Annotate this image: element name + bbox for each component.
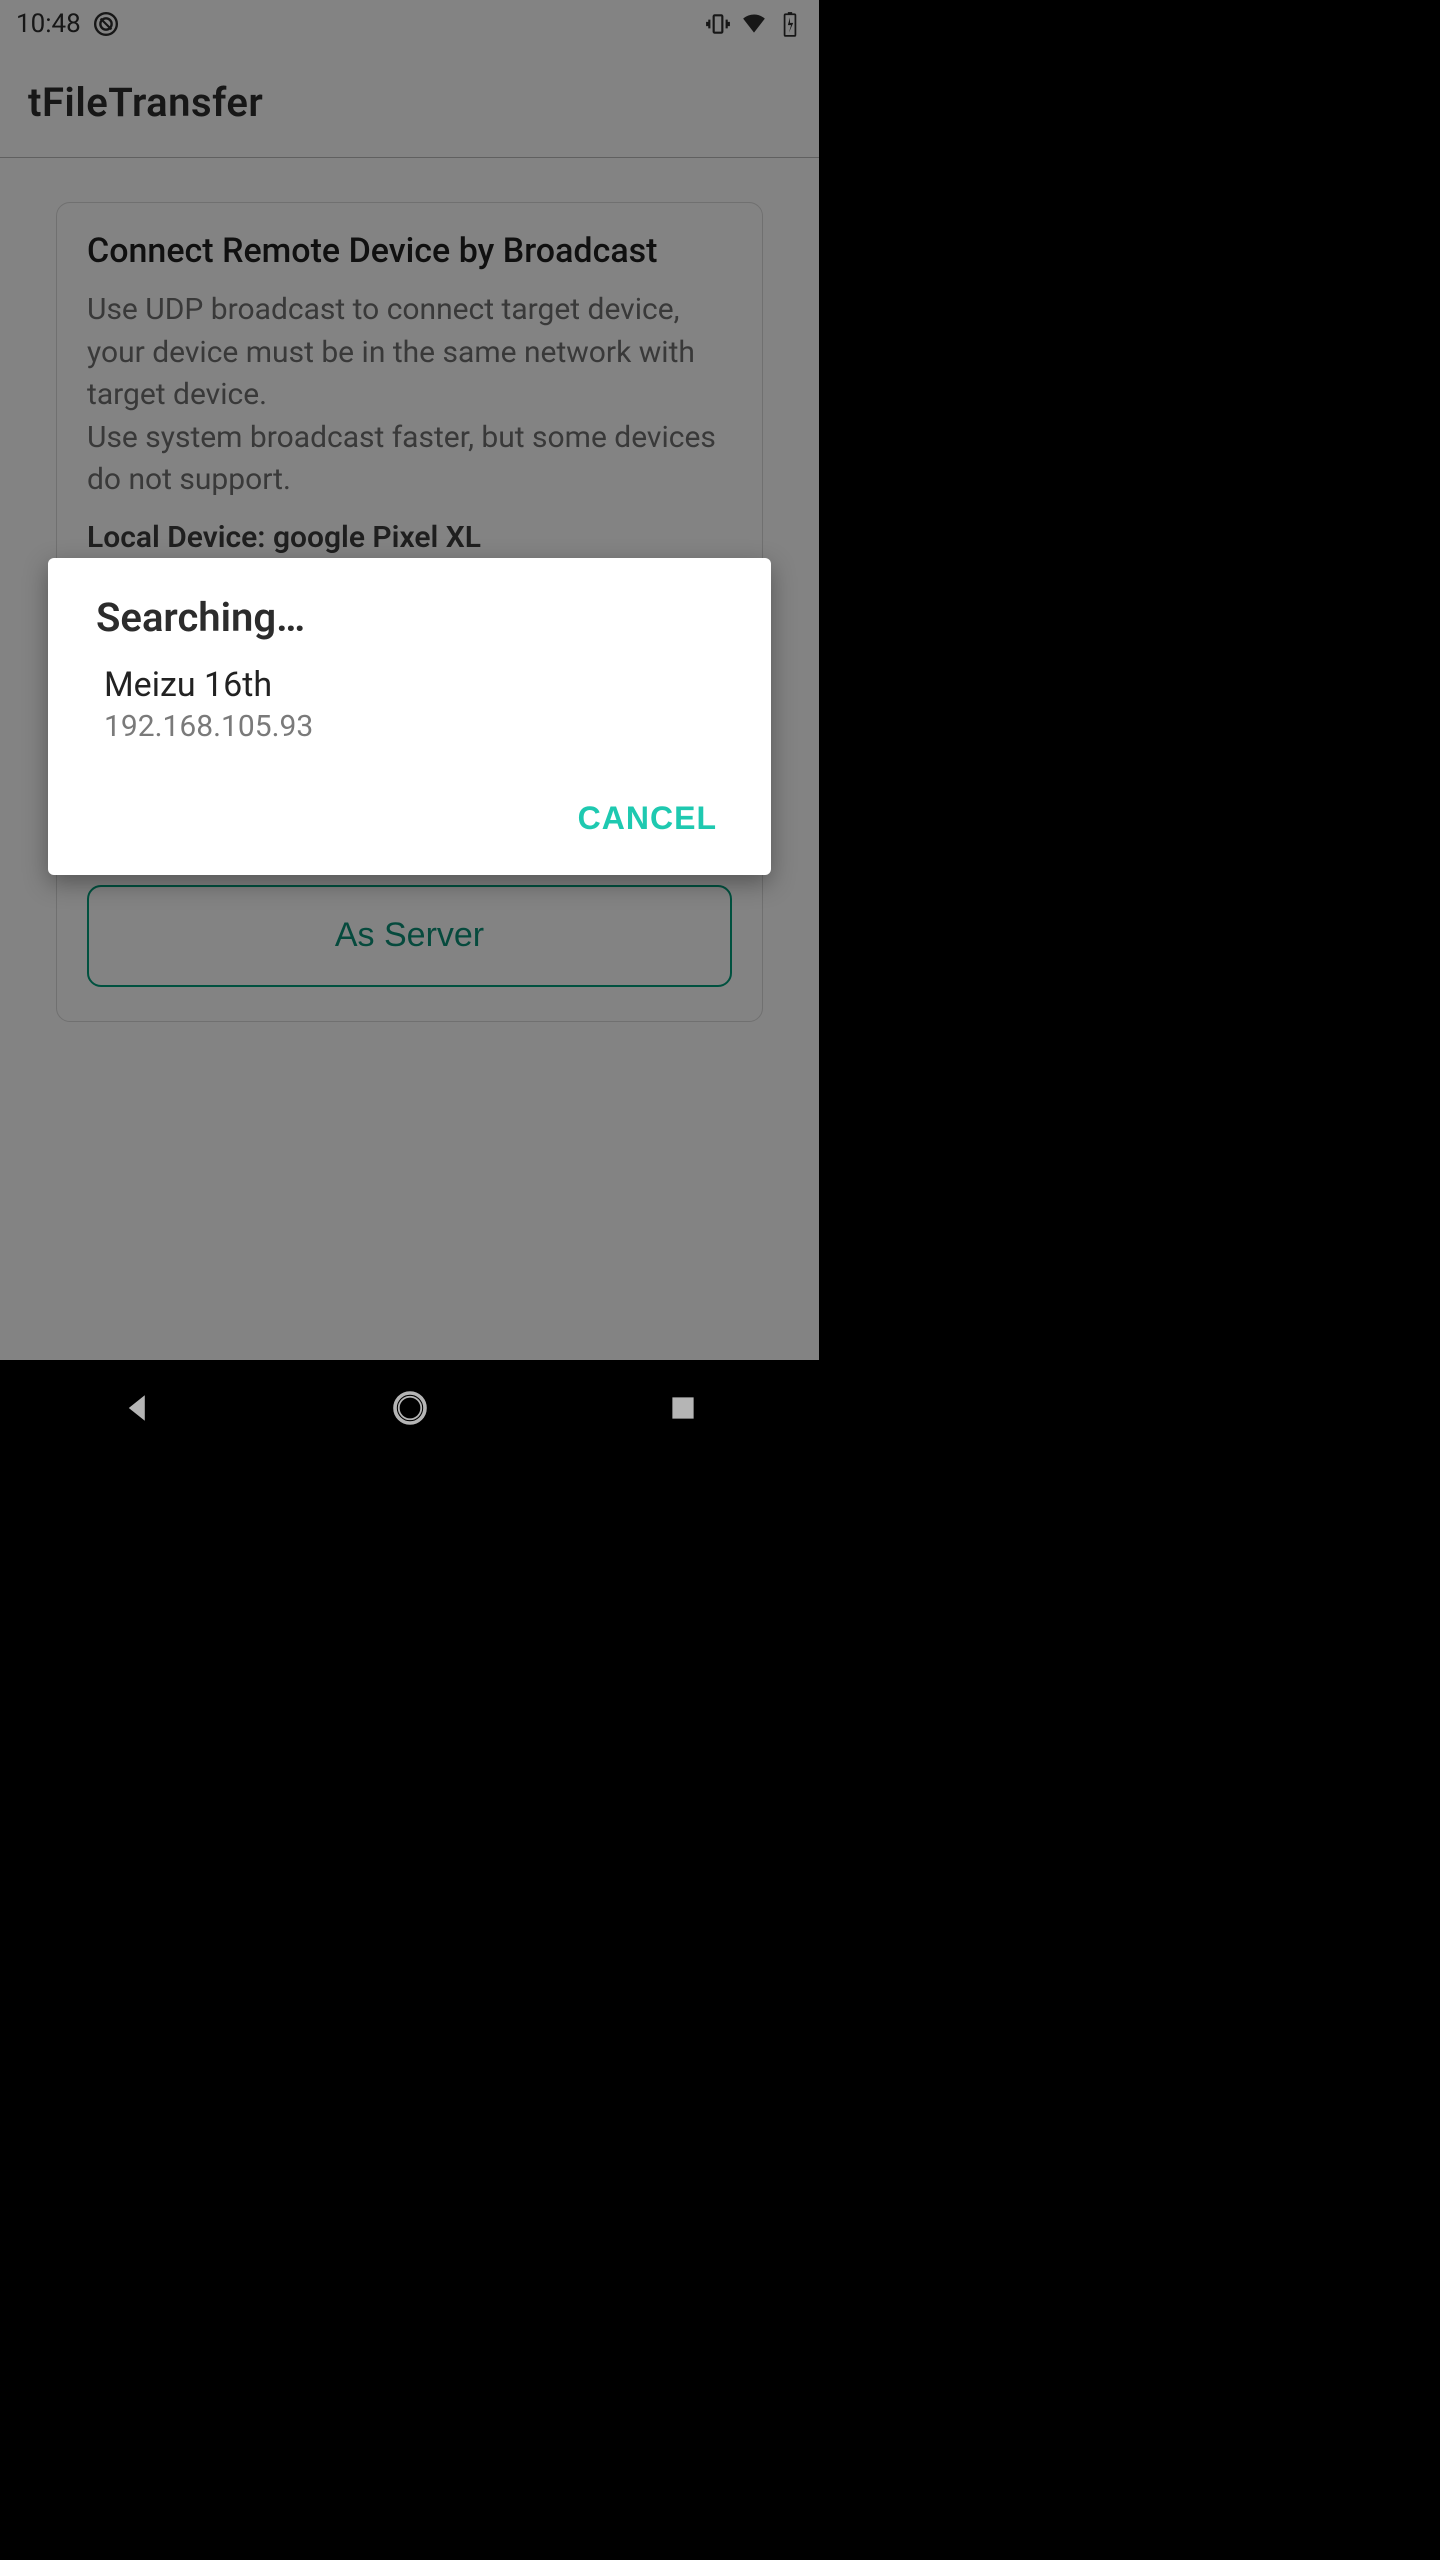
device-name: Meizu 16th (104, 665, 715, 705)
nav-back-button[interactable] (117, 1388, 157, 1428)
dialog-actions: CANCEL (48, 772, 771, 855)
cancel-button[interactable]: CANCEL (562, 790, 733, 847)
system-nav-bar (0, 1360, 819, 1456)
searching-dialog: Searching… Meizu 16th 192.168.105.93 CAN… (48, 558, 771, 875)
nav-recents-button[interactable] (663, 1388, 703, 1428)
nav-home-button[interactable] (390, 1388, 430, 1428)
device-ip: 192.168.105.93 (104, 709, 715, 744)
dialog-title: Searching… (48, 594, 771, 663)
device-list-item[interactable]: Meizu 16th 192.168.105.93 (48, 663, 771, 772)
cancel-label: CANCEL (578, 800, 717, 836)
screen-root: 10:48 tFileTransfer (0, 0, 819, 1456)
